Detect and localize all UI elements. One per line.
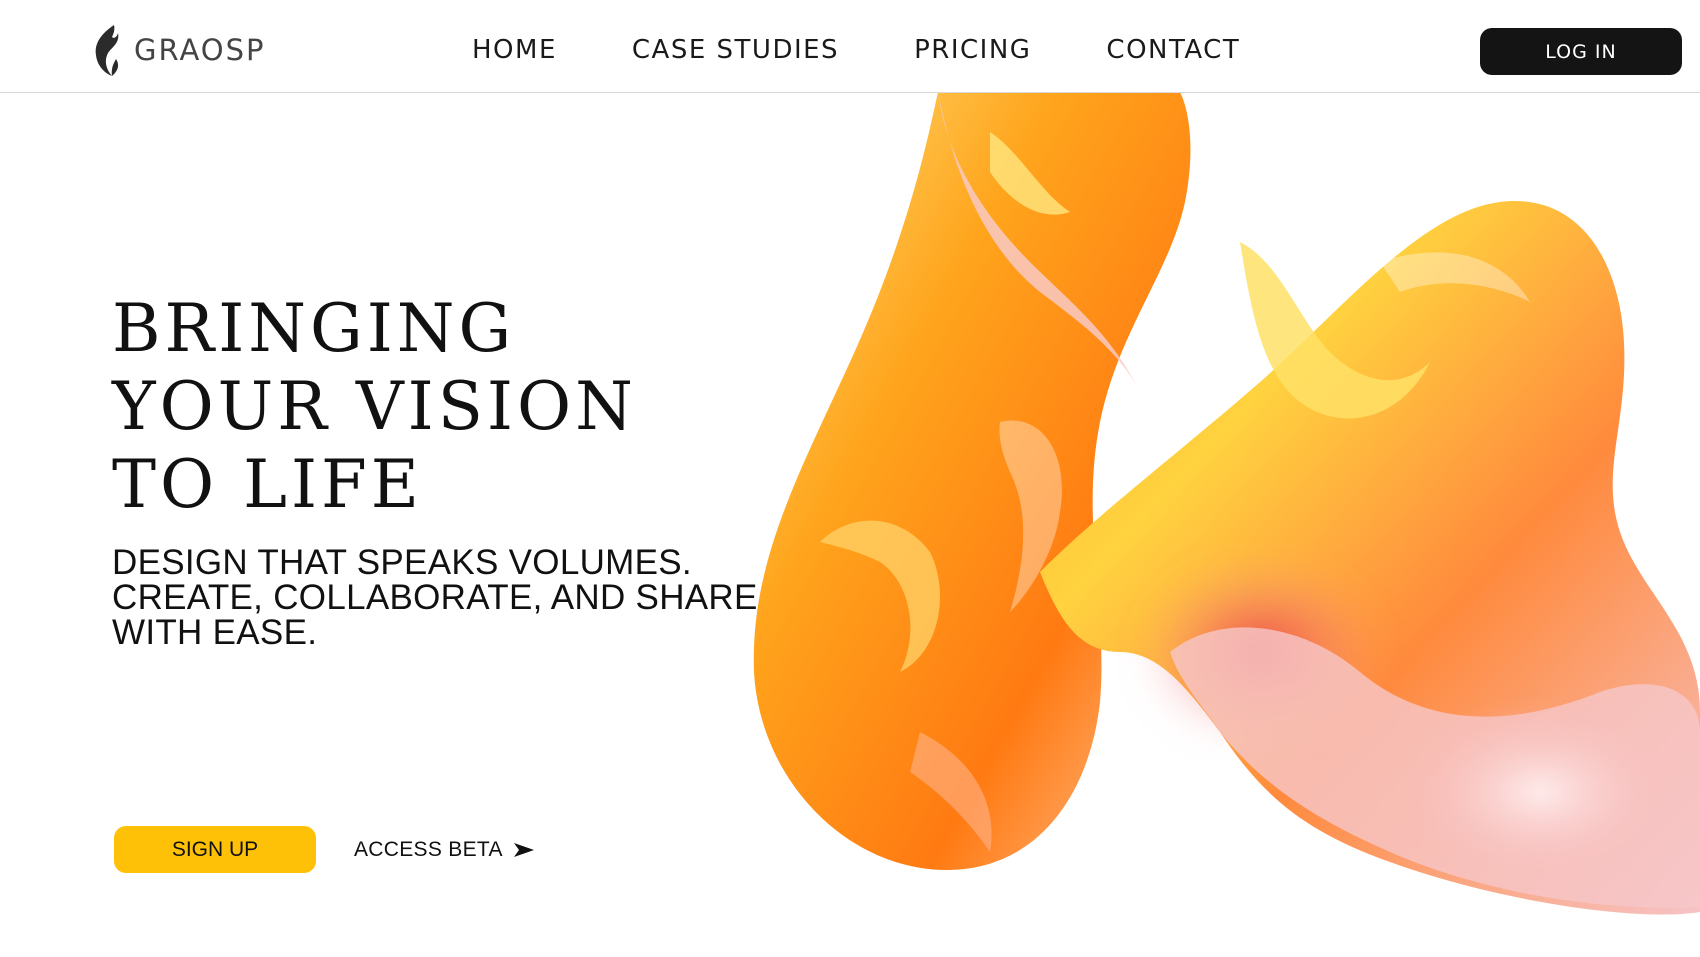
access-beta-link[interactable]: ACCESS BETA [354,838,535,862]
arrow-right-icon [513,843,534,857]
nav-case-studies[interactable]: CASE STUDIES [632,30,839,70]
nav-contact[interactable]: CONTACT [1106,30,1240,70]
main-nav: HOME CASE STUDIES PRICING CONTACT [472,30,1240,70]
subhead-line: DESIGN THAT SPEAKS VOLUMES. [112,543,692,582]
abstract-fluid-art [753,92,1700,915]
login-button[interactable]: LOG IN [1480,28,1682,75]
subhead-line: CREATE, COLLABORATE, AND SHARE [112,578,758,617]
brand-logo[interactable]: GRAOSP [92,22,266,78]
flame-leaf-icon [95,25,119,76]
nav-home[interactable]: HOME [472,30,557,70]
access-beta-label: ACCESS BETA [354,838,503,861]
site-header: GRAOSP HOME CASE STUDIES PRICING CONTACT… [0,0,1700,93]
headline-line: YOUR VISION [112,368,637,445]
subhead-line: WITH EASE. [112,613,318,652]
hero-headline: BRINGING YOUR VISION TO LIFE [112,290,637,524]
brand-name: GRAOSP [134,33,266,67]
nav-pricing[interactable]: PRICING [914,30,1031,70]
headline-line: TO LIFE [112,446,423,523]
signup-button[interactable]: SIGN UP [114,826,316,873]
headline-line: BRINGING [112,290,516,367]
hero-subhead: DESIGN THAT SPEAKS VOLUMES. CREATE, COLL… [112,545,758,650]
